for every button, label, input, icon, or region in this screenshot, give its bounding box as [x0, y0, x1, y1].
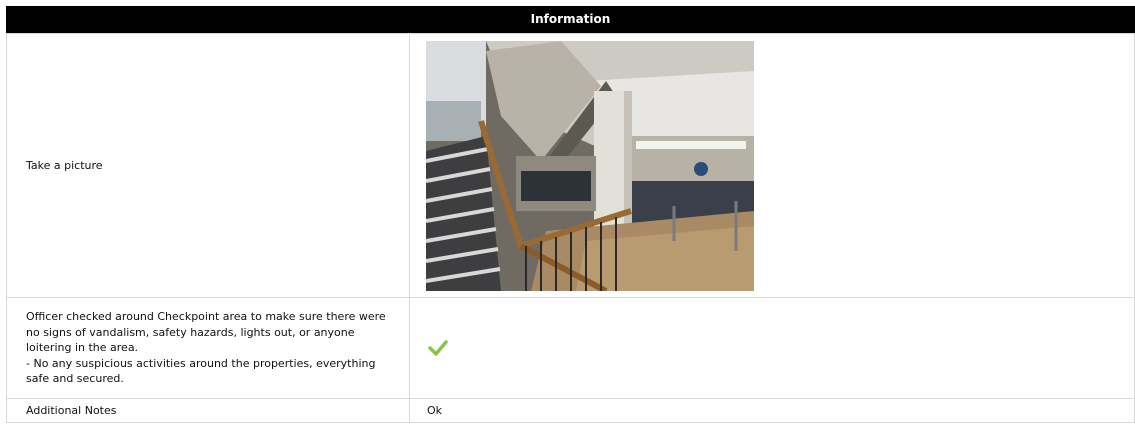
- checkmark-icon: [428, 340, 448, 356]
- report: Information Take a picture Officer check…: [6, 6, 1135, 423]
- row-label: Take a picture: [26, 159, 103, 172]
- row-label-cell: Additional Notes: [6, 398, 410, 423]
- table-row: Officer checked around Checkpoint area t…: [6, 297, 1135, 399]
- row-value-cell: Ok: [409, 398, 1135, 423]
- row-value-cell: [409, 33, 1135, 298]
- table-row: Additional Notes Ok: [6, 398, 1135, 423]
- section-header: Information: [6, 6, 1135, 33]
- section-title: Information: [530, 12, 611, 26]
- row-label: Officer checked around Checkpoint area t…: [26, 310, 386, 386]
- row-label: Additional Notes: [26, 404, 117, 417]
- row-value-cell: [409, 297, 1135, 399]
- row-label-cell: Officer checked around Checkpoint area t…: [6, 297, 410, 399]
- row-label-cell: Take a picture: [6, 33, 410, 298]
- information-table: Take a picture Officer checked around Ch…: [6, 33, 1135, 423]
- captured-photo[interactable]: [426, 40, 754, 291]
- row-value: Ok: [427, 404, 443, 417]
- table-row: Take a picture: [6, 33, 1135, 298]
